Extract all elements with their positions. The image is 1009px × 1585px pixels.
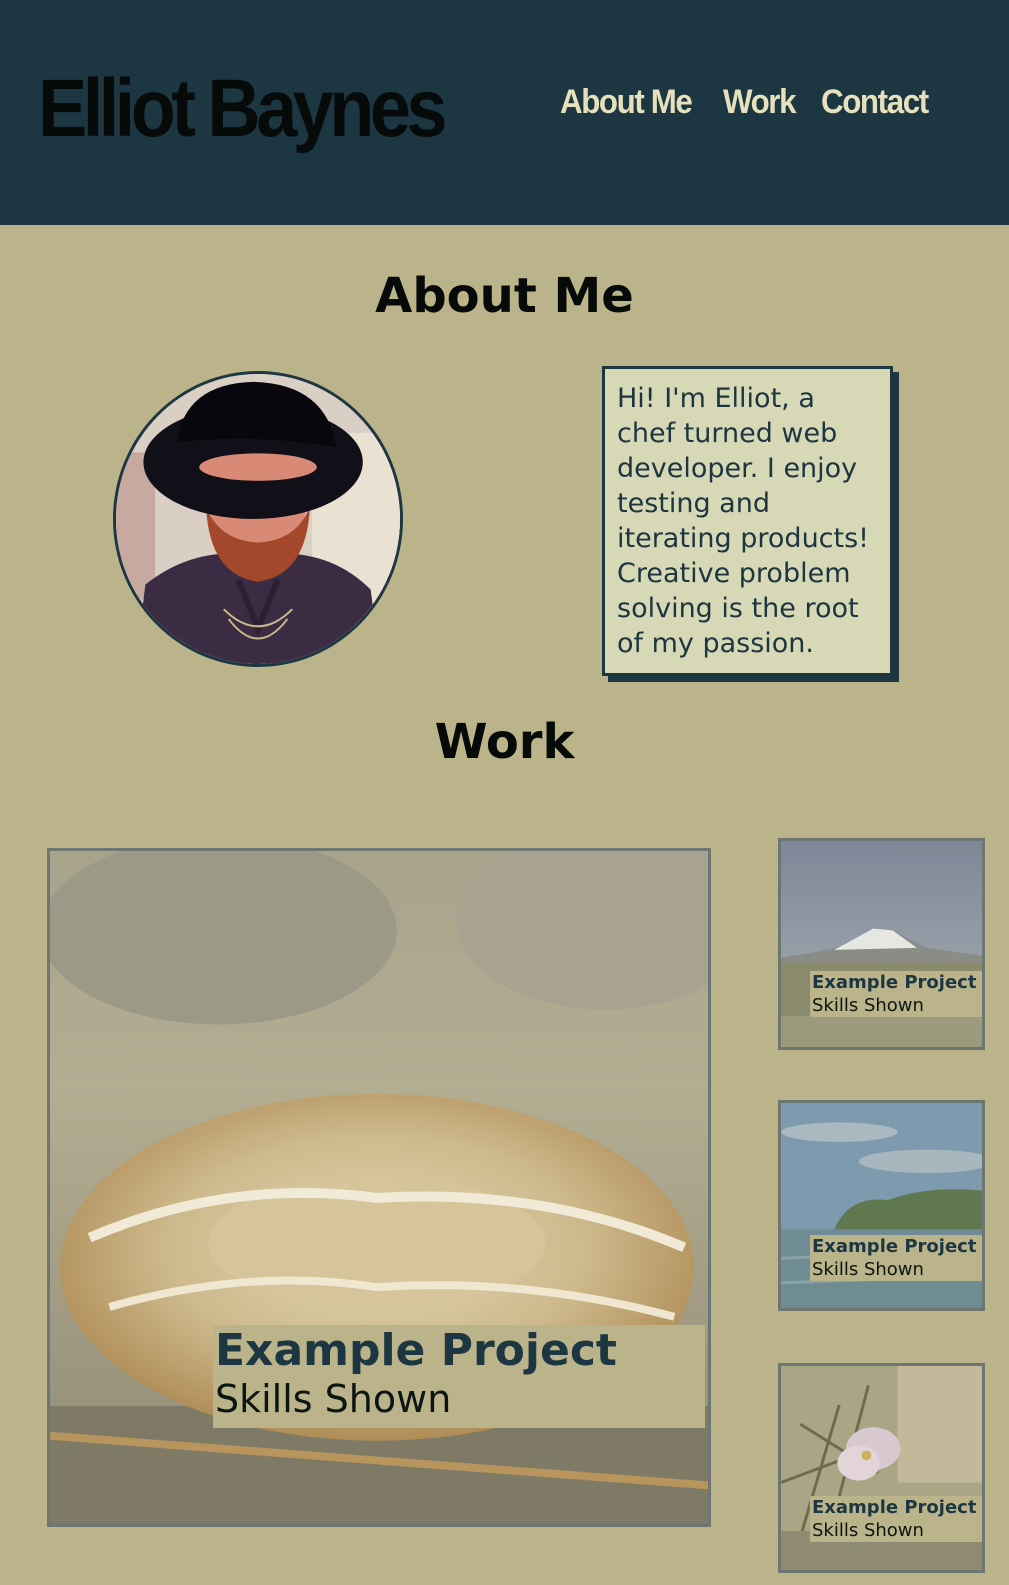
- featured-project-caption: Example Project Skills Shown: [213, 1325, 705, 1428]
- profile-photo: [113, 371, 403, 667]
- project-card-3[interactable]: Example Project Skills Shown: [778, 1363, 985, 1573]
- project-skills-1: Skills Shown: [812, 995, 924, 1016]
- project-caption-1: Example Project Skills Shown: [810, 971, 982, 1017]
- nav-link-about-me[interactable]: About Me: [560, 82, 693, 123]
- work-heading: Work: [434, 714, 575, 770]
- bio-card: Hi! I'm Elliot, a chef turned web develo…: [602, 366, 893, 676]
- site-header: Elliot Baynes About Me Work Contact: [0, 0, 1009, 225]
- project-caption-2: Example Project Skills Shown: [810, 1235, 982, 1281]
- project-title-1: Example Project: [812, 972, 977, 993]
- project-title-2: Example Project: [812, 1236, 977, 1257]
- project-card-2[interactable]: Example Project Skills Shown: [778, 1100, 985, 1311]
- project-skills-2: Skills Shown: [812, 1259, 924, 1280]
- featured-project-skills: Skills Shown: [215, 1377, 452, 1421]
- main-nav: About Me Work Contact: [560, 82, 957, 123]
- featured-project-card[interactable]: Example Project Skills Shown: [47, 848, 711, 1527]
- about-heading: About Me: [375, 268, 634, 324]
- site-title: Elliot Baynes: [38, 63, 447, 154]
- project-skills-3: Skills Shown: [812, 1520, 924, 1541]
- featured-project-title: Example Project: [215, 1325, 617, 1376]
- nav-link-contact[interactable]: Contact: [821, 82, 929, 123]
- project-card-1[interactable]: Example Project Skills Shown: [778, 838, 985, 1050]
- nav-link-work[interactable]: Work: [723, 82, 797, 123]
- project-caption-3: Example Project Skills Shown: [810, 1496, 982, 1542]
- project-title-3: Example Project: [812, 1497, 977, 1518]
